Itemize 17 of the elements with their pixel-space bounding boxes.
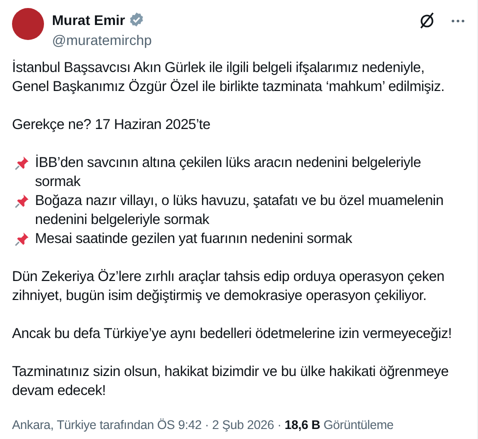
author-handle[interactable]: @muratemirchp (52, 32, 411, 49)
list-item-text: Mesai saatinde gezilen yat fuarının nedenini sormak (35, 230, 352, 249)
tweet-text: Tazminatınız sizin olsun, hakikat bizimdir ve bu ülke hakikati öğrenmeye devam edecek! (12, 363, 450, 401)
more-icon[interactable] (451, 18, 465, 22)
tweet-text: Dün Zekeriya Öz’lere zırhlı araçlar tahsis edip orduya operasyon çeken zihniyet, bugün isim değiştirmiş ve demokrasiye operasyon çekiliyor. (12, 268, 446, 306)
tweet-text: Gerekçe ne? 17 Haziran 2025’te (12, 116, 212, 135)
avatar[interactable] (12, 8, 44, 40)
pushpin-icon (14, 231, 30, 247)
pushpin-icon (14, 155, 30, 171)
list-item-text: İBB’den savcının altına çekilen lüks aracın nedenini belgeleriyle sormak (35, 154, 422, 192)
tweet-text: İstanbul Başsavcısı Akın Gürlek ile ilgili belgeli ifşalarımız nedeniyle, Genel Başkanımız Özgür Özel ile birlikte tazminata ‘mahkum’ edilmişiz. (12, 59, 446, 97)
slashed-circle-icon[interactable] (419, 12, 435, 29)
author-name[interactable]: Murat Emir (52, 12, 126, 28)
tweet-meta: Ankara, Türkiye tarafından ÖS 9:42 · 2 Şub 2026 · 18,6 B Görüntüleme (12, 417, 395, 434)
pushpin-icon (14, 193, 30, 209)
list-item-text: Boğaza nazır villayı, o lüks havuzu, şatafatı ve bu özel muamelenin nedenini belgeleriyle sormak (35, 192, 444, 230)
tweet-text: Ancak bu defa Türkiye’ye aynı bedelleri ödetmelerine izin vermeyeceğiz! (12, 325, 453, 344)
